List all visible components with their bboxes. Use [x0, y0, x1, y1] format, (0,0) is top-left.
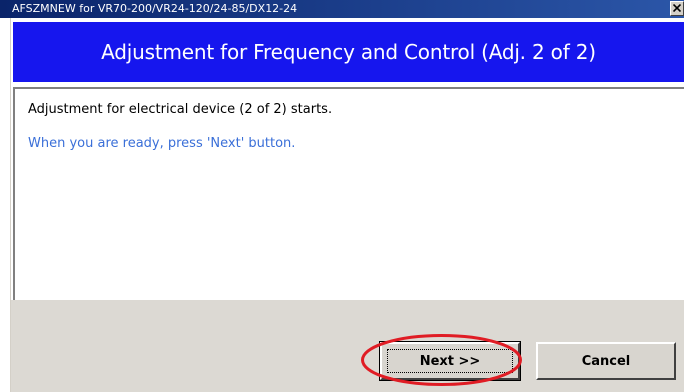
- button-bar: Next >> Cancel: [11, 300, 684, 392]
- message-panel: Adjustment for electrical device (2 of 2…: [13, 87, 684, 300]
- wizard-window: AFSZMNEW for VR70-200/VR24-120/24-85/DX1…: [0, 0, 684, 392]
- page-title: Adjustment for Frequency and Control (Ad…: [101, 40, 596, 64]
- close-icon: [673, 4, 681, 12]
- title-bar[interactable]: AFSZMNEW for VR70-200/VR24-120/24-85/DX1…: [0, 0, 684, 18]
- status-message: Adjustment for electrical device (2 of 2…: [28, 102, 333, 117]
- window-title: AFSZMNEW for VR70-200/VR24-120/24-85/DX1…: [12, 2, 298, 15]
- instruction-message: When you are ready, press 'Next' button.: [28, 136, 296, 151]
- focus-indicator: [387, 349, 513, 373]
- next-button[interactable]: Next >>: [379, 341, 521, 381]
- cancel-button-label: Cancel: [581, 353, 631, 369]
- close-button[interactable]: [670, 1, 684, 16]
- cancel-button[interactable]: Cancel: [536, 342, 676, 380]
- header-banner: Adjustment for Frequency and Control (Ad…: [13, 22, 684, 82]
